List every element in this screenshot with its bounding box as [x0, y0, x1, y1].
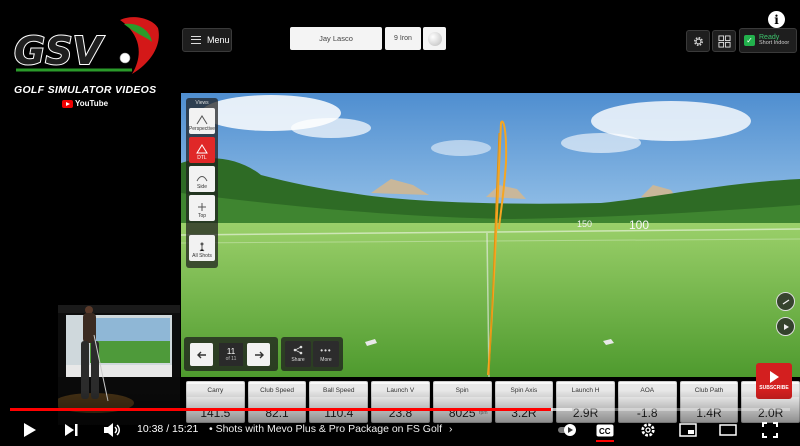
theater-mode-button[interactable] [718, 420, 738, 440]
arrow-left-icon [196, 351, 206, 358]
next-video-button[interactable] [61, 420, 81, 440]
side-icon [196, 176, 208, 182]
captions-icon: CC [596, 424, 614, 436]
share-button[interactable]: Share [285, 341, 311, 367]
theater-icon [719, 424, 737, 436]
view-top-label: Top [197, 213, 207, 219]
previous-shot-button[interactable] [190, 343, 213, 366]
subscribe-play-icon [769, 371, 779, 383]
info-icon[interactable]: i [768, 11, 785, 28]
chapter-label: • Shots with Mevo Plus & Pro Package on … [209, 423, 443, 435]
view-all-shots-button[interactable]: All Shots [189, 235, 215, 261]
view-perspective-button[interactable]: Perspective [189, 108, 215, 134]
ball-selector[interactable] [423, 27, 446, 50]
play-button[interactable] [20, 420, 40, 440]
volume-icon [104, 423, 120, 437]
chevron-right-icon: › [448, 423, 453, 435]
menu-button[interactable]: Menu [182, 28, 232, 52]
view-top-button[interactable]: Top [189, 195, 215, 221]
layout-button[interactable] [712, 30, 736, 52]
shot-total: of 11 [225, 356, 237, 362]
distance-marker-100: 100 [629, 218, 649, 232]
views-title: Views [195, 100, 209, 106]
menu-label: Menu [207, 35, 230, 45]
views-panel: Views Perspective DTL Side Top All Shots [186, 98, 218, 268]
youtube-badge: YouTube [62, 99, 108, 108]
more-label: More [320, 356, 332, 363]
play-icon [24, 423, 36, 437]
replay-button[interactable] [776, 317, 795, 336]
shot-navigation: 11 of 11 [184, 337, 278, 371]
miniplayer-button[interactable] [678, 420, 698, 440]
logo-letters: GSV [14, 29, 105, 73]
captions-button[interactable]: CC [595, 420, 615, 440]
captions-active-indicator [596, 440, 614, 442]
club-selector[interactable]: 9 Iron [385, 27, 421, 50]
time-display: 10:38 / 15:21 [137, 423, 199, 435]
share-label: Share [291, 357, 305, 363]
autoplay-toggle[interactable] [558, 420, 578, 440]
view-perspective-label: Perspective [188, 126, 216, 132]
share-icon [293, 345, 303, 355]
status-subtitle: Short Indoor [759, 40, 790, 47]
volume-button[interactable] [102, 420, 122, 440]
perspective-icon [196, 115, 208, 125]
settings-gear-button[interactable] [638, 420, 658, 440]
svg-text:CC: CC [599, 427, 611, 436]
more-dots-icon: ••• [320, 345, 332, 355]
check-icon: ✓ [744, 35, 755, 46]
play-icon [783, 323, 789, 330]
progress-bar[interactable] [10, 408, 790, 411]
shot-current: 11 [226, 347, 236, 356]
dtl-icon [196, 144, 208, 154]
more-button[interactable]: ••• More [313, 341, 339, 367]
view-side-button[interactable]: Side [189, 166, 215, 192]
menu-icon [191, 36, 201, 44]
golf-ball-icon [427, 31, 442, 46]
view-dtl-label: DTL [197, 155, 207, 161]
settings-button[interactable] [686, 30, 710, 52]
miniplayer-icon [679, 423, 697, 437]
arrow-right-icon [254, 351, 264, 358]
top-icon [198, 203, 206, 211]
player-name-field[interactable]: Jay Lasco [290, 27, 382, 50]
range-scene: 150 100 [181, 93, 800, 377]
distance-marker-150: 150 [577, 219, 592, 229]
fullscreen-icon [762, 422, 778, 438]
youtube-label: YouTube [75, 99, 109, 108]
view-all-shots-label: All Shots [192, 253, 212, 259]
chapter-title[interactable]: • Shots with Mevo Plus & Pro Package on … [209, 423, 452, 435]
view-dtl-button[interactable]: DTL [189, 137, 215, 163]
camera-button[interactable] [776, 292, 795, 311]
youtube-play-icon [62, 99, 73, 108]
grid-icon [717, 34, 731, 48]
view-side-label: Side [196, 184, 207, 190]
golfer-icon [199, 242, 205, 252]
gear-icon [641, 423, 655, 437]
gear-icon [693, 36, 703, 46]
skip-next-icon [65, 424, 78, 436]
gsv-logo-mark: GSV [13, 17, 159, 74]
logo-caption: GOLF SIMULATOR VIDEOS [14, 84, 157, 96]
share-panel: Share ••• More [281, 337, 343, 371]
next-shot-button[interactable] [247, 343, 270, 366]
channel-logo: GSV GOLF SIMULATOR VIDEOS YouTube [6, 8, 166, 108]
device-status-button[interactable]: ✓ Ready Short Indoor [739, 28, 797, 53]
autoplay-icon [558, 424, 576, 436]
fullscreen-button[interactable] [760, 420, 780, 440]
camera-rotate-icon [782, 298, 789, 305]
shot-counter: 11 of 11 [219, 343, 243, 366]
progress-played [10, 408, 551, 411]
